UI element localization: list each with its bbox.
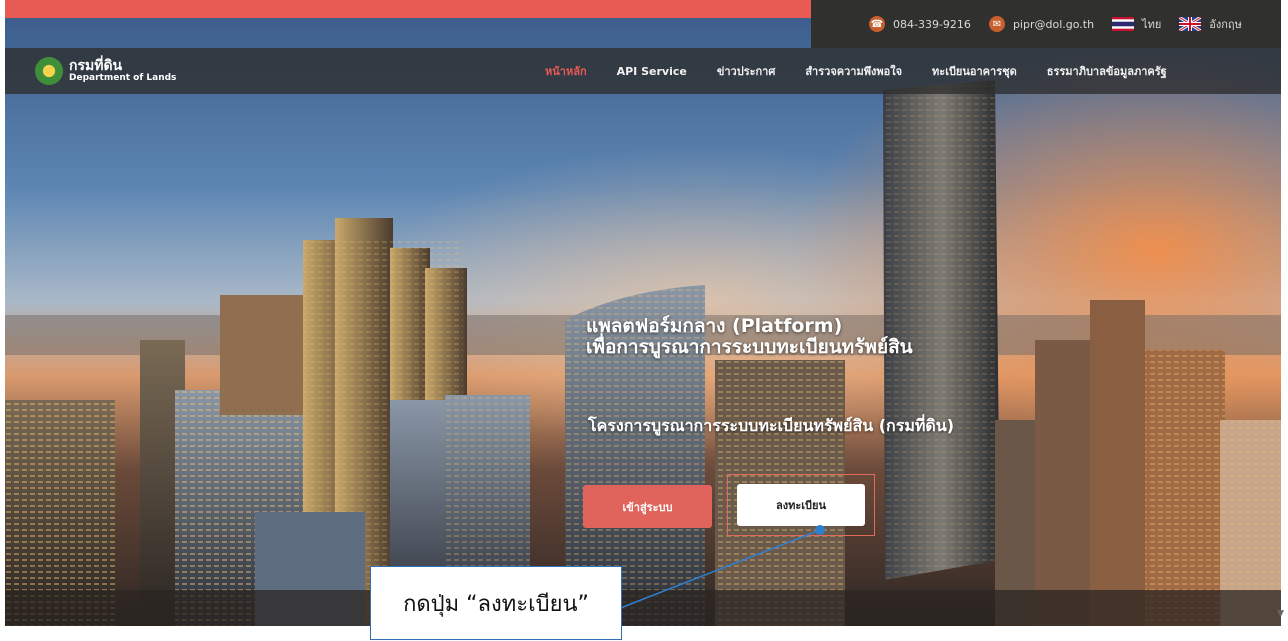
logo-text: กรมที่ดิน Department of Lands: [69, 59, 176, 83]
email-contact[interactable]: ✉ pipr@dol.go.th: [988, 16, 1095, 32]
nav-menu: หน้าหลัก API Service ข่าวประกาศ สำรวจควา…: [545, 48, 1197, 94]
hero-headline-line2: เพื่อการบูรณาการระบบทะเบียนทรัพย์สิน: [586, 335, 913, 358]
mail-icon: ✉: [988, 16, 1005, 32]
login-button[interactable]: เข้าสู่ระบบ: [583, 485, 712, 528]
instruction-callout: กดปุ่ม “ลงทะเบียน”: [370, 566, 622, 640]
language-english-label: อังกฤษ: [1209, 18, 1242, 31]
phone-number: 084-339-9216: [893, 17, 971, 31]
language-thai[interactable]: ไทย: [1112, 15, 1161, 33]
phone-contact[interactable]: ☎ 084-339-9216: [869, 16, 971, 32]
hero-subheadline: โครงการบูรณาการระบบทะเบียนทรัพย์สิน (กรม…: [588, 416, 955, 435]
nav-item-api-service[interactable]: API Service: [617, 65, 687, 78]
logo-english-name: Department of Lands: [69, 72, 177, 83]
top-accent-bar: [5, 0, 815, 18]
callout-text: กดปุ่ม “ลงทะเบียน”: [403, 591, 589, 617]
register-button[interactable]: ลงทะเบียน: [737, 484, 865, 526]
page-frame: ☎ 084-339-9216 ✉ pipr@dol.go.th ไทย อังก…: [5, 0, 1281, 626]
email-address: pipr@dol.go.th: [1012, 17, 1095, 31]
hero-headline: แพลตฟอร์มกลาง (Platform) เพื่อการบูรณากา…: [586, 316, 913, 357]
nav-item-condo-registry[interactable]: ทะเบียนอาคารชุด: [932, 62, 1017, 80]
thai-flag-icon: [1112, 17, 1135, 31]
nav-item-news[interactable]: ข่าวประกาศ: [717, 62, 776, 80]
contact-bar: ☎ 084-339-9216 ✉ pipr@dol.go.th ไทย อังก…: [811, 0, 1281, 48]
uk-flag-icon: [1179, 17, 1202, 31]
logo-thai-name: กรมที่ดิน: [69, 57, 123, 74]
nav-item-data-governance[interactable]: ธรรมาภิบาลข้อมูลภาครัฐ: [1047, 62, 1167, 80]
language-thai-label: ไทย: [1142, 18, 1162, 31]
nav-item-survey[interactable]: สำรวจความพึงพอใจ: [805, 62, 902, 80]
phone-icon: ☎: [869, 16, 885, 32]
main-navbar: กรมที่ดิน Department of Lands หน้าหลัก A…: [5, 48, 1281, 94]
language-english[interactable]: อังกฤษ: [1179, 15, 1242, 33]
scroll-down-icon[interactable]: ▼: [1277, 609, 1284, 619]
nav-item-home[interactable]: หน้าหลัก: [545, 62, 587, 80]
site-logo[interactable]: กรมที่ดิน Department of Lands: [35, 57, 176, 85]
department-emblem-icon: [35, 57, 63, 85]
hero-headline-line1: แพลตฟอร์มกลาง (Platform): [586, 315, 843, 337]
